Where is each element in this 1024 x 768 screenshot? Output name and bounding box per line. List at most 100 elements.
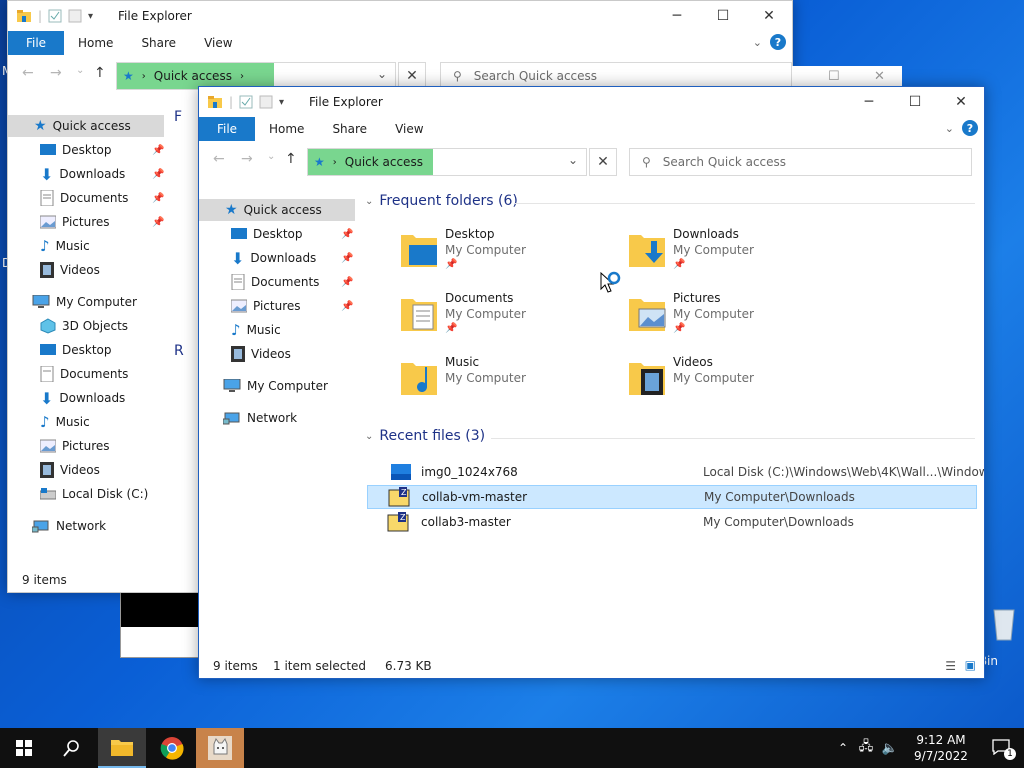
up-arrow-icon[interactable]: ↑ [94, 65, 106, 81]
sidebar-item-pictures[interactable]: Pictures [231, 295, 301, 317]
taskbar: ⌃ 🖧 🔈 9:12 AM 9/7/2022 1 [0, 728, 1024, 768]
sidebar-item-desktop[interactable]: Desktop [40, 139, 112, 161]
sidebar-item-my-computer[interactable]: My Computer [32, 291, 137, 313]
properties-icon[interactable] [239, 95, 253, 109]
taskbar-file-explorer[interactable] [98, 728, 146, 768]
sidebar-item-network[interactable]: Network [32, 515, 106, 537]
tab-file[interactable]: File [8, 31, 64, 55]
sidebar-item-videos[interactable]: Videos [40, 259, 100, 281]
sidebar-item-music[interactable]: ♪ Music [40, 411, 90, 433]
search-input[interactable] [660, 154, 925, 170]
address-bar[interactable]: ★ › Quick access ⌄ [307, 148, 587, 176]
chevron-up-icon[interactable]: ⌃ [832, 741, 854, 755]
sidebar-item-music[interactable]: ♪ Music [40, 235, 90, 257]
tab-view[interactable]: View [381, 117, 437, 141]
folder-tile-documents[interactable]: Documents My Computer 📌 [399, 291, 619, 347]
tab-share[interactable]: Share [318, 117, 381, 141]
help-icon[interactable]: ? [962, 120, 978, 136]
folder-tile-desktop[interactable]: Desktop My Computer 📌 [399, 227, 619, 283]
sidebar-item-downloads[interactable]: ⬇ Downloads [40, 387, 125, 409]
start-button[interactable] [0, 728, 48, 768]
sidebar-item-desktop[interactable]: Desktop [231, 223, 303, 245]
tab-home[interactable]: Home [64, 31, 127, 55]
breadcrumb-quick-access[interactable]: Quick access [154, 69, 232, 83]
title-bar[interactable]: | ▾ File Explorer ─ ☐ ✕ [199, 87, 984, 117]
up-arrow-icon[interactable]: ↑ [285, 151, 297, 167]
maximize-button[interactable]: ☐ [828, 69, 840, 84]
expand-ribbon-icon[interactable]: ⌄ [753, 36, 762, 49]
sidebar-item-3d-objects[interactable]: 3D Objects [40, 315, 128, 337]
sidebar-item-documents[interactable]: Documents [40, 363, 128, 385]
recent-locations-icon[interactable]: ⌄ [267, 151, 275, 162]
folder-tile-videos[interactable]: Videos My Computer [627, 355, 847, 411]
search-button[interactable] [48, 728, 96, 768]
details-view-icon[interactable]: ☰ [945, 659, 956, 673]
tab-share[interactable]: Share [127, 31, 190, 55]
customize-toolbar-icon[interactable]: ▾ [88, 11, 93, 22]
breadcrumb-quick-access[interactable]: Quick access [345, 155, 423, 169]
sidebar-item-documents[interactable]: Documents [40, 187, 128, 209]
sidebar-item-local-disk[interactable]: Local Disk (C:) [40, 483, 148, 505]
customize-toolbar-icon[interactable]: ▾ [279, 97, 284, 108]
file-explorer-window-front[interactable]: | ▾ File Explorer ─ ☐ ✕ File Home Share … [198, 86, 985, 679]
sidebar-item-network[interactable]: Network [223, 407, 297, 429]
folder-tile-music[interactable]: Music My Computer [399, 355, 619, 411]
sidebar-item-quick-access[interactable]: ★ Quick access [199, 199, 355, 221]
new-folder-icon[interactable] [68, 9, 82, 23]
document-icon [231, 274, 245, 290]
expand-ribbon-icon[interactable]: ⌄ [945, 122, 954, 135]
taskbar-chrome[interactable] [148, 728, 196, 768]
sidebar-item-documents[interactable]: Documents [231, 271, 319, 293]
recent-file-row-selected[interactable]: Z collab-vm-master My Computer\Downloads [367, 485, 977, 509]
recent-file-row[interactable]: img0_1024x768 Local Disk (C:)\Windows\We… [367, 460, 984, 484]
recent-files-header[interactable]: ⌄ Recent files (3) [365, 428, 485, 444]
sidebar-item-music[interactable]: ♪ Music [231, 319, 281, 341]
title-bar[interactable]: | ▾ File Explorer ─ ☐ ✕ [8, 1, 792, 31]
taskbar-app[interactable] [196, 728, 244, 768]
volume-icon[interactable]: 🔈 [878, 741, 902, 756]
recent-locations-icon[interactable]: ⌄ [76, 65, 84, 76]
tab-view[interactable]: View [190, 31, 246, 55]
address-dropdown-icon[interactable]: ⌄ [377, 67, 387, 81]
search-input[interactable] [471, 68, 736, 84]
forward-arrow-icon[interactable]: → [241, 151, 253, 167]
back-arrow-icon[interactable]: ← [213, 151, 225, 167]
sidebar-item-videos[interactable]: Videos [231, 343, 291, 365]
recent-file-row[interactable]: Z collab3-master My Computer\Downloads [367, 510, 975, 534]
properties-icon[interactable] [48, 9, 62, 23]
tab-file[interactable]: File [199, 117, 255, 141]
maximize-button[interactable]: ☐ [892, 87, 938, 117]
sidebar-item-downloads[interactable]: ⬇ Downloads [231, 247, 316, 269]
sidebar-item-quick-access[interactable]: ★ Quick access [8, 115, 164, 137]
network-icon [32, 520, 49, 533]
frequent-folders-header[interactable]: ⌄ Frequent folders (6) [365, 193, 518, 209]
close-button[interactable]: ✕ [938, 87, 984, 117]
sidebar-item-pictures[interactable]: Pictures [40, 435, 110, 457]
search-box[interactable]: ⚲ [629, 148, 972, 176]
close-button[interactable]: ✕ [874, 69, 885, 84]
sidebar-item-desktop[interactable]: Desktop [40, 339, 112, 361]
minimize-button[interactable]: ─ [654, 1, 700, 31]
sidebar-item-downloads[interactable]: ⬇ Downloads [40, 163, 125, 185]
sidebar-item-pictures[interactable]: Pictures [40, 211, 110, 233]
forward-arrow-icon[interactable]: → [50, 65, 62, 81]
maximize-button[interactable]: ☐ [700, 1, 746, 31]
back-arrow-icon[interactable]: ← [22, 65, 34, 81]
network-status-icon[interactable]: 🖧 [854, 737, 878, 759]
sidebar-item-my-computer[interactable]: My Computer [223, 375, 328, 397]
sidebar-item-videos[interactable]: Videos [40, 459, 100, 481]
folder-tile-downloads[interactable]: Downloads My Computer 📌 [627, 227, 847, 283]
close-button[interactable]: ✕ [746, 1, 792, 31]
address-dropdown-icon[interactable]: ⌄ [568, 153, 578, 167]
folder-tile-pictures[interactable]: Pictures My Computer 📌 [627, 291, 847, 347]
breadcrumb-chevron-icon[interactable]: › [240, 71, 244, 82]
large-icons-view-icon[interactable]: ▣ [965, 658, 976, 672]
clock[interactable]: 9:12 AM 9/7/2022 [902, 732, 980, 764]
action-center-button[interactable]: 1 [980, 728, 1024, 768]
new-folder-icon[interactable] [259, 95, 273, 109]
minimize-button[interactable]: ─ [846, 87, 892, 117]
tab-home[interactable]: Home [255, 117, 318, 141]
help-icon[interactable]: ? [770, 34, 786, 50]
refresh-button[interactable]: ✕ [589, 148, 617, 176]
quick-access-star-icon: ★ [314, 155, 325, 169]
